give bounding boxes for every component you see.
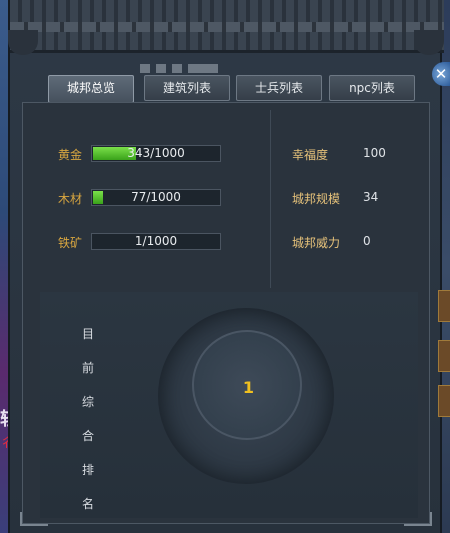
city-power-label: 城邦威力: [292, 236, 341, 250]
tab-buildings[interactable]: 建筑列表: [144, 75, 230, 101]
tab-npcs[interactable]: npc列表: [329, 75, 415, 101]
happiness-label: 幸福度: [292, 148, 329, 162]
city-scale-value: 34: [363, 190, 379, 204]
close-icon: ✕: [434, 65, 448, 83]
ranking-value: 1: [242, 378, 255, 397]
window-title-obscured: [140, 58, 270, 73]
city-scale-label: 城邦规模: [292, 192, 341, 206]
gold-bar: 343/1000: [91, 145, 221, 162]
wood-value: 77/1000: [131, 190, 181, 204]
iron-label: 铁矿: [58, 236, 83, 250]
ranking-label-char: 排: [82, 463, 95, 477]
happiness-value: 100: [363, 146, 386, 160]
ranking-label-char: 合: [82, 429, 95, 443]
wood-label: 木材: [58, 192, 83, 206]
ranking-label-char: 名: [82, 497, 95, 511]
iron-bar: 1/1000: [91, 233, 221, 250]
side-item-icon[interactable]: [438, 290, 450, 322]
tab-overview[interactable]: 城邦总览: [48, 75, 134, 103]
roof-decoration: [10, 0, 444, 53]
panel-divider: [270, 110, 271, 288]
side-item-icon[interactable]: [438, 385, 450, 417]
roof-left-eave: [8, 30, 38, 55]
city-power-value: 0: [363, 234, 371, 248]
roof-right-eave: [414, 30, 444, 55]
close-button[interactable]: ✕: [432, 62, 450, 86]
iron-value: 1/1000: [134, 234, 178, 248]
side-item-icon[interactable]: [438, 340, 450, 372]
ranking-label-char: 综: [82, 395, 95, 409]
corner-ornament-left: [20, 512, 48, 526]
ranking-label: 目 前 综 合 排 名: [82, 325, 96, 529]
gold-value: 343/1000: [127, 146, 185, 160]
gold-label: 黄金: [58, 148, 83, 162]
wood-bar: 77/1000: [91, 189, 221, 206]
tab-soldiers[interactable]: 士兵列表: [236, 75, 322, 101]
ranking-label-char: 目: [82, 327, 95, 341]
corner-ornament-right: [404, 512, 432, 526]
